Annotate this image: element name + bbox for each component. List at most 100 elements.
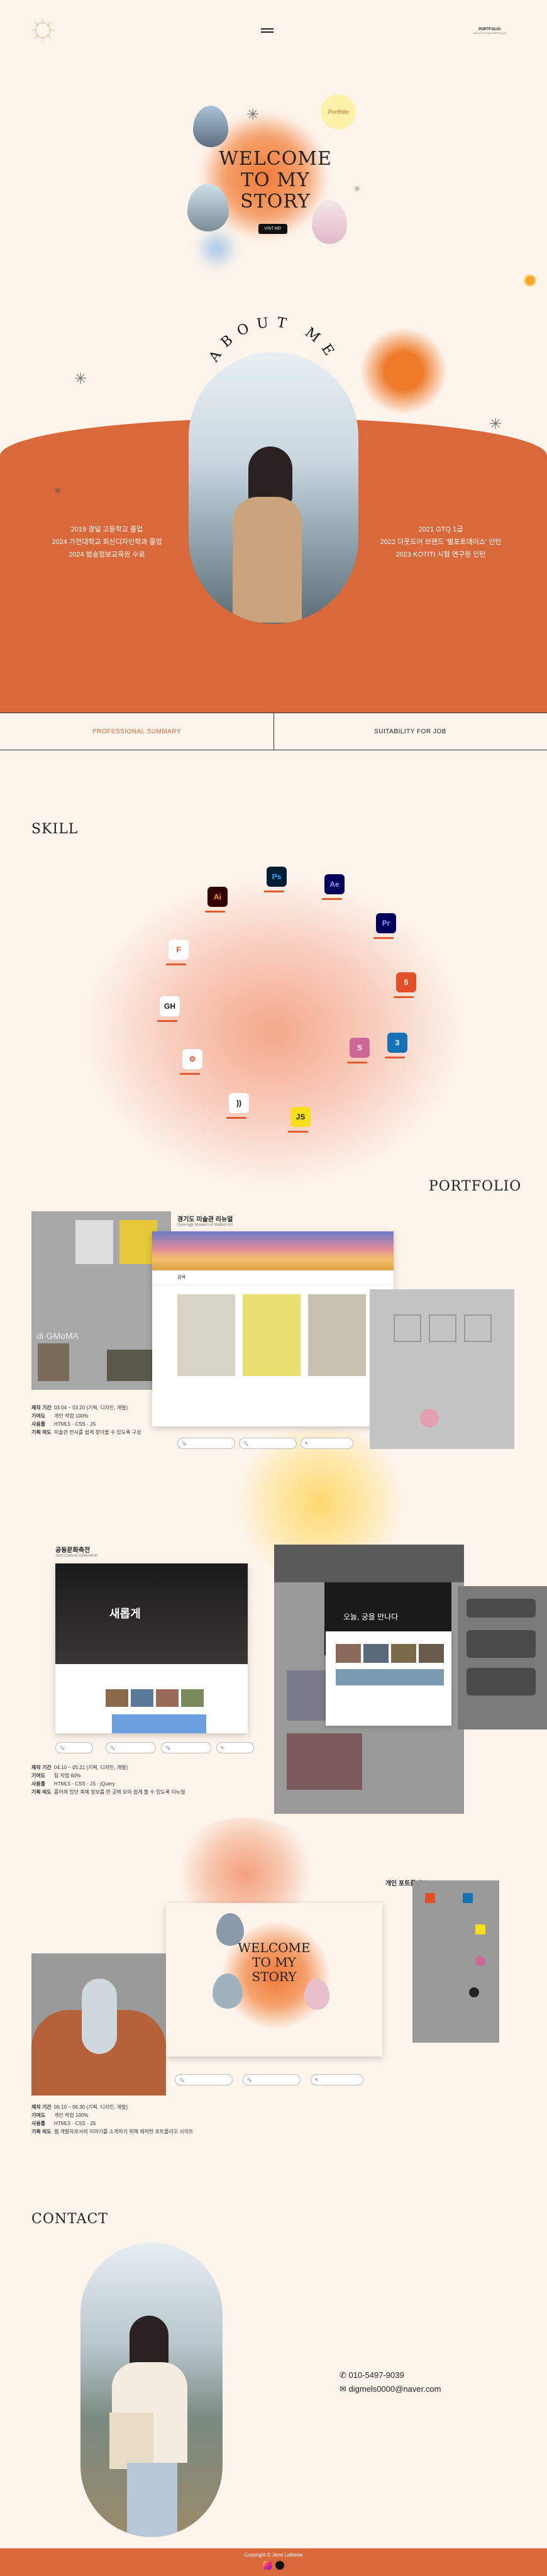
tab-label: SUITABILITY FOR JOB (374, 728, 446, 735)
p3-meta: 제작 기간 06.10 ~ 06.30 (기획, 디자인, 개발) 기여도 개인 작… (31, 2104, 194, 2135)
about-orange-blob (360, 327, 448, 415)
github-icon[interactable] (275, 2561, 284, 2570)
tab-professional-summary[interactable]: PROFESSIONAL SUMMARY (0, 713, 274, 750)
header-right[interactable]: PORTFOLIO KIM SEO HYUN PORTFOLIO (473, 28, 506, 35)
p3-thumb-left[interactable] (31, 1953, 166, 2096)
after-effects-icon: Ae (324, 874, 345, 894)
contact-phone: 010-5497-9039 (348, 2370, 404, 2380)
premiere-icon: Pr (376, 913, 396, 933)
skill-underline (322, 898, 342, 900)
skill-underline (264, 891, 284, 892)
hero-title-line1: WELCOME (219, 148, 332, 170)
p2-hero-text: 새롭게 (109, 1607, 141, 1620)
about-left-item: 2024 가천대학교 회산디자인학과 졸업 (52, 538, 162, 546)
figma-icon: F (169, 940, 189, 960)
hero-title-line3: STORY (240, 191, 311, 213)
sass-icon: S (350, 1038, 370, 1058)
hero-sticker: Portfolio (321, 94, 356, 130)
p3-icons-card[interactable] (412, 1880, 499, 2043)
header-subtitle: KIM SEO HYUN PORTFOLIO (473, 31, 507, 35)
p1-watermark: di·GMoMA (36, 1331, 79, 1341)
p1-title: 경기도 미술관 리뉴얼 (177, 1216, 233, 1223)
contact-info: ✆ 010-5497-9039 ✉ digmels0000@naver.com (340, 2368, 441, 2396)
p2-title-block: 공동문화축전 Joint Cultural Celebration (55, 1545, 97, 1558)
p1-search-2[interactable]: 🔍 (239, 1438, 297, 1449)
about-left-item: 2024 범송정보교육원 수료 (69, 551, 145, 558)
hero-blue-blob (195, 226, 239, 270)
about-left-list: 2019 경일 고등학교 졸업 2024 가천대학교 회산디자인학과 졸업 20… (38, 523, 176, 561)
contact-phone-row[interactable]: ✆ 010-5497-9039 (340, 2368, 441, 2382)
logo-icon[interactable] (30, 18, 55, 43)
p1-nav-label[interactable]: 검색 (177, 1274, 185, 1280)
p2-search-1[interactable]: 🔍 (55, 1742, 93, 1753)
p1-main-card[interactable]: 검색 (152, 1231, 394, 1426)
p3-search-1[interactable]: 🔍 (175, 2074, 233, 2085)
skill-underline (385, 1057, 405, 1058)
contact-title: CONTACT (31, 2211, 108, 2227)
menu-icon[interactable] (261, 26, 274, 35)
p1-search-3[interactable]: ✎ (301, 1438, 353, 1449)
skill-underline (166, 963, 186, 965)
p1-banner (152, 1231, 394, 1270)
jquery-icon: )) (229, 1093, 249, 1113)
p1-title-block: 경기도 미술관 리뉴얼 Gyeonggi Museum of Modern Ar… (177, 1214, 233, 1227)
p2-subtitle: Joint Cultural Celebration (55, 1554, 98, 1558)
css3-icon: 3 (387, 1033, 407, 1053)
about-right-item: 2022 더웃도어 브랜드 '별포토데이쇼' 인턴 (380, 538, 502, 546)
skill-underline (205, 911, 225, 913)
tab-suitability[interactable]: SUITABILITY FOR JOB (274, 713, 547, 750)
github-icon: GH (160, 996, 180, 1016)
p2-inner-card[interactable] (326, 1631, 451, 1726)
hero-title-line2: TO MY (241, 169, 310, 191)
p1-thumb-right[interactable] (370, 1289, 514, 1449)
hero-title: WELCOME TO MY STORY (219, 148, 332, 213)
contact-email-row[interactable]: ✉ digmels0000@naver.com (340, 2382, 441, 2396)
skill-underline (347, 1062, 367, 1063)
tab-label: PROFESSIONAL SUMMARY (92, 728, 182, 735)
p1-subtitle: Gyeonggi Museum of Modern Art (177, 1223, 233, 1227)
p2-chat-panel[interactable] (458, 1586, 547, 1729)
skill-underline (394, 996, 414, 998)
about-right-item: 2023 KOTITI 시험 연구원 인턴 (395, 551, 486, 558)
footer-copyright: Copyright © Jena Lafinisie (244, 2552, 303, 2558)
p2-main-card[interactable]: 새롭게 (55, 1563, 248, 1733)
gear-icon: ⚙ (182, 1049, 202, 1069)
about-right-item: 2021 GTQ 1급 (418, 526, 463, 533)
skill-underline (157, 1020, 177, 1022)
hero-sticker-text: Portfolio (328, 109, 349, 115)
star-icon: ✳ (74, 370, 87, 387)
illustrator-icon: Ai (207, 887, 228, 907)
skill-underline (180, 1073, 200, 1075)
tab-bar: PROFESSIONAL SUMMARY SUITABILITY FOR JOB (0, 713, 547, 750)
p1-search-1[interactable]: 🔍 (177, 1438, 235, 1449)
contact-photo (80, 2243, 223, 2537)
p1-thumb-left[interactable]: di·GMoMA (31, 1211, 171, 1390)
visit-me-button[interactable]: VISIT ME! (258, 224, 287, 234)
skill-title: SKILL (31, 821, 79, 837)
p2-search-4[interactable]: ✎ (216, 1742, 254, 1753)
instagram-icon[interactable] (263, 2561, 272, 2570)
p1-meta: 제작 기간 03.04 ~ 03.20 (기획, 디자인, 개발) 기여도 개인 작… (31, 1405, 141, 1435)
p3-search-2[interactable]: 🔍 (243, 2074, 301, 2085)
phone-icon: ✆ (340, 2370, 349, 2380)
about-left-item: 2019 경일 고등학교 졸업 (70, 526, 143, 533)
photoshop-icon: Ps (267, 867, 287, 887)
skill-gradient-blob (82, 874, 465, 1189)
star-icon: ✳ (353, 184, 361, 194)
skill-underline (226, 1117, 246, 1119)
p2-meta: 제작 기간 04.10 ~ 05.21 (기획, 디자인, 개발) 기여도 팀 작업… (31, 1765, 185, 1795)
p2-search-2[interactable]: 🔍 (106, 1742, 156, 1753)
about-photo (189, 352, 358, 624)
email-icon: ✉ (340, 2384, 349, 2394)
p3-search-3[interactable]: ✎ (311, 2074, 363, 2085)
p2-search-3[interactable]: 🔍 (161, 1742, 211, 1753)
p3-preview-title: WELCOME TO MY STORY (238, 1940, 311, 1984)
html5-icon: 5 (396, 972, 416, 992)
p2-section-text: 오늘, 궁을 만나다 (343, 1613, 399, 1621)
p3-main-card[interactable]: WELCOME TO MY STORY (166, 1903, 382, 2057)
contact-email: digmels0000@naver.com (348, 2384, 441, 2394)
footer: Copyright © Jena Lafinisie (0, 2548, 547, 2576)
star-icon: ✳ (246, 106, 260, 123)
portfolio-title: PORTFOLIO (429, 1179, 522, 1194)
skill-underline (373, 937, 394, 939)
